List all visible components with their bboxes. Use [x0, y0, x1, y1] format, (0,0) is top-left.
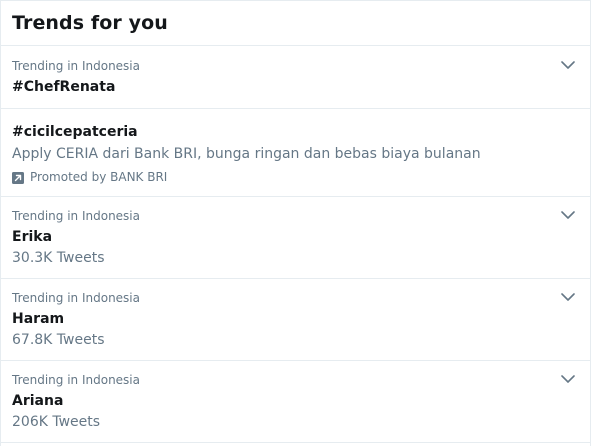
trend-context: Trending in Indonesia: [12, 291, 140, 305]
trend-context: Trending in Indonesia: [12, 373, 140, 387]
trend-description: Apply CERIA dari Bank BRI, bunga ringan …: [12, 146, 481, 162]
chevron-down-icon[interactable]: [561, 210, 575, 220]
trend-context: Trending in Indonesia: [12, 209, 140, 223]
trend-name: #ChefRenata: [12, 79, 116, 95]
promoted-arrow-icon: [12, 171, 24, 184]
trend-tweet-count: 67.8K Tweets: [12, 332, 105, 348]
trend-name: Ariana: [12, 393, 64, 409]
trend-context: Trending in Indonesia: [12, 59, 140, 73]
chevron-down-icon[interactable]: [561, 60, 575, 70]
promoted-text: Promoted by BANK BRI: [30, 170, 168, 184]
promoted-trend-item[interactable]: #cicilcepatceria Apply CERIA dari Bank B…: [1, 109, 590, 197]
trend-item[interactable]: Trending in Indonesia #ChefRenata: [1, 46, 590, 109]
trend-name: #cicilcepatceria: [12, 124, 138, 140]
trends-header: Trends for you: [1, 1, 590, 46]
trends-title: Trends for you: [12, 12, 168, 34]
trend-item[interactable]: Trending in Indonesia Erika 30.3K Tweets: [1, 197, 590, 279]
trend-item[interactable]: Trending in Indonesia Ariana 206K Tweets: [1, 361, 590, 443]
chevron-down-icon[interactable]: [561, 292, 575, 302]
chevron-down-icon[interactable]: [561, 374, 575, 384]
trend-name: Haram: [12, 311, 65, 327]
promoted-label: Promoted by BANK BRI: [12, 170, 590, 185]
trend-item[interactable]: Trending in Indonesia Haram 67.8K Tweets: [1, 279, 590, 361]
trends-panel: Trends for you Trending in Indonesia #Ch…: [0, 0, 591, 446]
trend-tweet-count: 30.3K Tweets: [12, 250, 105, 266]
trend-name: Erika: [12, 229, 53, 245]
trend-tweet-count: 206K Tweets: [12, 414, 101, 430]
